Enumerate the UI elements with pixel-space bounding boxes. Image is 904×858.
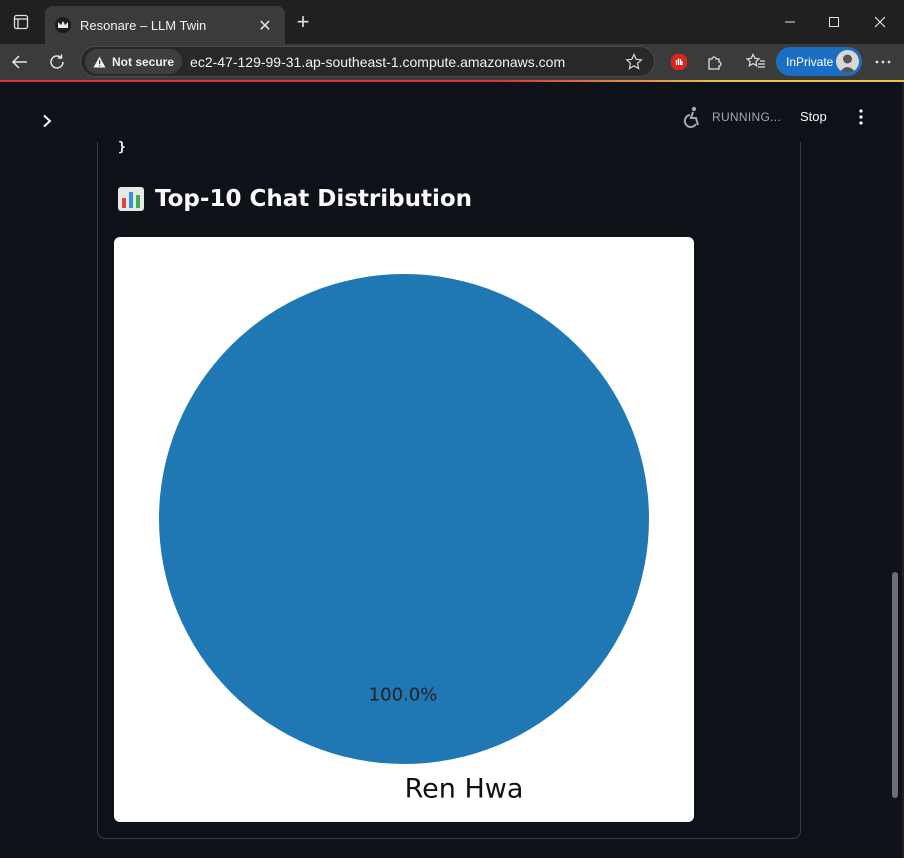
code-block-tail: } (118, 140, 126, 155)
new-tab-button[interactable]: + (290, 10, 316, 36)
address-bar[interactable]: Not secure ec2-47-129-99-31.ap-southeast… (80, 46, 655, 77)
scrollbar-thumb[interactable] (892, 572, 898, 798)
back-button[interactable] (6, 49, 34, 75)
arrow-left-icon (11, 55, 27, 69)
refresh-button[interactable] (43, 49, 71, 75)
extensions-puzzle-icon[interactable] (702, 50, 728, 74)
main-menu-button[interactable] (852, 106, 870, 128)
minimize-button[interactable] (770, 10, 810, 34)
inprivate-label: InPrivate (786, 54, 834, 69)
section-heading: Top-10 Chat Distribution (117, 186, 472, 212)
minimize-icon (785, 21, 795, 23)
security-indicator[interactable]: Not secure (85, 49, 183, 74)
pie-pct-label-0: 100.0% (369, 684, 438, 705)
tab-actions-icon (13, 14, 29, 30)
close-window-button[interactable] (860, 10, 900, 34)
tab-title: Resonare – LLM Twin (80, 17, 207, 33)
crown-icon (55, 17, 71, 33)
close-icon (874, 16, 886, 28)
security-label: Not secure (112, 54, 175, 69)
pie-chart-card: 100.0% Ren Hwa (114, 237, 694, 822)
favorite-star-icon[interactable] (620, 52, 648, 71)
section-title: Top-10 Chat Distribution (155, 186, 473, 212)
url-text[interactable]: ec2-47-129-99-31.ap-southeast-1.compute.… (190, 54, 620, 70)
avatar (836, 50, 859, 73)
streamlit-app: RUNNING... Stop } Top-10 Chat Distributi… (0, 82, 898, 858)
sidebar-expand-button[interactable] (36, 110, 58, 132)
refresh-icon (50, 54, 64, 69)
maximize-button[interactable] (814, 10, 854, 34)
pie-category-label-0: Ren Hwa (405, 773, 524, 804)
running-figure-icon (683, 106, 699, 128)
tab-actions-button[interactable] (6, 8, 36, 36)
inprivate-button[interactable]: InPrivate (776, 47, 862, 76)
warning-icon (93, 56, 106, 67)
running-status: RUNNING... (682, 106, 781, 128)
favorites-icon[interactable] (743, 50, 769, 74)
browser-tab[interactable]: Resonare – LLM Twin ✕ (45, 6, 285, 44)
vertical-dots-icon (859, 109, 863, 125)
more-options-icon[interactable] (870, 50, 896, 74)
chevron-right-icon (43, 114, 52, 128)
tab-close-icon[interactable]: ✕ (255, 16, 275, 35)
pie-chart: 100.0% Ren Hwa (159, 274, 649, 804)
maximize-icon (829, 17, 839, 27)
status-text: RUNNING... (712, 110, 781, 124)
browser-toolbar: Not secure ec2-47-129-99-31.ap-southeast… (0, 44, 904, 80)
stop-button[interactable]: Stop (800, 109, 827, 124)
adblock-extension-icon[interactable] (666, 50, 692, 74)
browser-titlebar: Resonare – LLM Twin ✕ + (0, 0, 904, 44)
bar-chart-emoji-icon (118, 187, 144, 211)
